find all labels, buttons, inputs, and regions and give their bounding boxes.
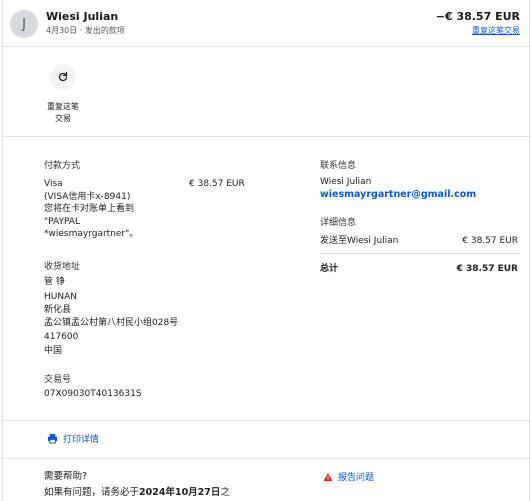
shipping-line1: HUNAN xyxy=(44,292,77,302)
payment-card: (VISA信用卡x-8941) xyxy=(44,191,131,202)
payment-method-amount: € 38.57 EUR xyxy=(189,179,245,189)
payee-name: Wiesi Julian xyxy=(46,10,119,23)
repeat-transaction-link[interactable]: 重复这笔交易 xyxy=(472,25,520,36)
divider xyxy=(3,136,531,137)
transaction-id-title: 交易号 xyxy=(44,375,72,385)
divider xyxy=(3,458,531,459)
transaction-header[interactable]: J Wiesi Julian 4月30日 · 发出的款项 −€ 38.57 EU… xyxy=(3,0,531,47)
help-text: 如果有问题，请务必于2024年10月27日之 xyxy=(44,487,230,498)
report-problem-label: 报告问题 xyxy=(338,473,375,483)
statement-descriptor: "PAYPAL xyxy=(44,216,80,227)
transaction-id: 07X09030T4013631S xyxy=(44,389,142,399)
divider xyxy=(3,420,531,421)
transaction-detail-panel: J Wiesi Julian 4月30日 · 发出的款项 −€ 38.57 EU… xyxy=(2,0,531,501)
contact-info-title: 联系信息 xyxy=(320,161,357,171)
shipping-address-title: 收货地址 xyxy=(44,262,81,272)
payment-method-title: 付款方式 xyxy=(44,161,81,171)
shipping-postcode: 417600 xyxy=(44,332,79,342)
details-divider xyxy=(320,253,520,254)
avatar: J xyxy=(10,10,38,38)
shipping-country: 中国 xyxy=(44,346,63,356)
sent-to-amount: € 38.57 EUR xyxy=(462,236,518,246)
contact-email-link[interactable]: wiesmayrgartner@gmail.com xyxy=(320,189,476,200)
shipping-name: 管 铮 xyxy=(44,277,65,287)
shipping-line2: 新化县 xyxy=(44,305,72,315)
contact-name: Wiesi Julian xyxy=(320,177,372,187)
transaction-date-type: 4月30日 · 发出的款项 xyxy=(46,26,125,35)
help-title: 需要帮助? xyxy=(44,471,88,482)
repeat-transaction-label: 重复这笔 交易 xyxy=(47,102,79,123)
statement-note: 您将在卡对账单上看到 xyxy=(44,204,135,214)
statement-descriptor-cont: *wiesmayrgartner"。 xyxy=(44,229,139,239)
shipping-line3: 孟公镇孟公村第八村民小组028号 xyxy=(44,318,179,328)
total-amount: € 38.57 EUR xyxy=(456,264,518,274)
transaction-amount: −€ 38.57 EUR xyxy=(435,10,520,23)
repeat-transaction-button[interactable] xyxy=(50,64,76,90)
total-label: 总计 xyxy=(320,264,339,274)
payment-method-name: Visa xyxy=(44,179,63,189)
warning-icon xyxy=(323,472,333,481)
printer-icon xyxy=(47,433,58,444)
print-details-label: 打印详情 xyxy=(63,435,100,445)
help-deadline-date: 2024年10月27日 xyxy=(139,487,221,498)
details-title: 详细信息 xyxy=(320,218,357,228)
report-problem-button[interactable]: 报告问题 xyxy=(323,470,374,483)
refresh-icon xyxy=(58,71,68,82)
print-details-button[interactable]: 打印详情 xyxy=(47,432,99,445)
sent-to-label: 发送至Wiesi Julian xyxy=(320,236,399,246)
